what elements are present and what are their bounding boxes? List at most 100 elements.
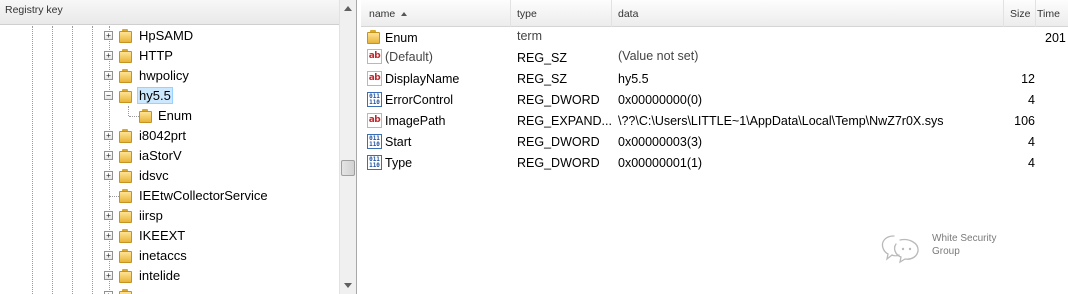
value-size: 4 bbox=[1028, 135, 1035, 149]
string-value-icon: ab bbox=[367, 49, 382, 64]
value-type: REG_SZ bbox=[517, 72, 568, 86]
tree-item-enum[interactable]: Enum bbox=[0, 106, 338, 126]
watermark-line1: White Security bbox=[932, 233, 997, 244]
expand-icon[interactable]: + bbox=[104, 131, 113, 140]
tree-item-label-selected: hy5.5 bbox=[137, 87, 173, 104]
scroll-up-icon[interactable] bbox=[344, 6, 352, 11]
value-name: ErrorControl bbox=[385, 93, 454, 107]
tree-item-ikeext[interactable]: + IKEEXT bbox=[0, 226, 338, 246]
column-header-name[interactable]: name bbox=[361, 0, 511, 27]
tree-item-iastorv[interactable]: + iaStorV bbox=[0, 146, 338, 166]
tree-item-partial[interactable]: + bbox=[0, 286, 338, 294]
column-header-time[interactable]: Time bbox=[1036, 0, 1068, 27]
value-type: REG_DWORD bbox=[517, 135, 600, 149]
tree-connector bbox=[109, 196, 119, 197]
tree-item-inetaccs[interactable]: + inetaccs bbox=[0, 246, 338, 266]
watermark-line2: Group bbox=[932, 246, 960, 257]
folder-icon bbox=[119, 289, 134, 294]
value-row-imagepath[interactable]: ab ImagePath REG_EXPAND... \??\C:\Users\… bbox=[361, 111, 1068, 132]
registry-tree[interactable]: + HpSAMD + HTTP + hwpolicy − hy5.5 Enum … bbox=[0, 26, 338, 294]
tree-item-label: Enum bbox=[158, 108, 192, 123]
tree-item-label: hwpolicy bbox=[139, 68, 189, 83]
tree-item-hy5-5[interactable]: − hy5.5 bbox=[0, 86, 338, 106]
value-data: 0x00000003(3) bbox=[618, 135, 703, 149]
expand-icon[interactable]: + bbox=[104, 31, 113, 40]
tree-item-label: iaStorV bbox=[139, 148, 182, 163]
tree-item-label: intelide bbox=[139, 268, 181, 283]
tree-column-header[interactable]: Registry key bbox=[0, 0, 340, 25]
expand-icon[interactable]: + bbox=[104, 251, 113, 260]
value-name: ImagePath bbox=[385, 114, 446, 128]
scroll-down-icon[interactable] bbox=[344, 283, 352, 288]
values-grid-header: name type data Size Time bbox=[361, 0, 1068, 27]
value-row-type[interactable]: 011 110 Type REG_DWORD 0x00000001(1) 4 bbox=[361, 153, 1068, 174]
tree-connector bbox=[129, 116, 139, 117]
folder-open-icon bbox=[119, 89, 134, 103]
tree-item-ieetwcollectorservice[interactable]: IEEtwCollectorService bbox=[0, 186, 338, 206]
folder-icon bbox=[119, 269, 134, 283]
string-value-icon: ab bbox=[367, 71, 382, 86]
folder-icon bbox=[119, 209, 134, 223]
tree-item-label: HTTP bbox=[139, 48, 173, 63]
expand-icon[interactable]: + bbox=[104, 211, 113, 220]
folder-icon bbox=[119, 229, 134, 243]
value-data: \??\C:\Users\LITTLE~1\AppData\Local\Temp… bbox=[618, 114, 944, 128]
tree-item-idsvc[interactable]: + idsvc bbox=[0, 166, 338, 186]
tree-item-intelide[interactable]: + intelide bbox=[0, 266, 338, 286]
tree-item-label: IEEtwCollectorService bbox=[139, 188, 268, 203]
value-name: Start bbox=[385, 135, 412, 149]
value-type: REG_EXPAND... bbox=[517, 114, 612, 128]
expand-icon[interactable]: + bbox=[104, 51, 113, 60]
tree-item-label: IKEEXT bbox=[139, 228, 186, 243]
tree-item-label: HpSAMD bbox=[139, 28, 194, 43]
tree-item-hpsamd[interactable]: + HpSAMD bbox=[0, 26, 338, 46]
registry-tree-pane: Registry key + HpSAMD + HTTP + hwpolicy … bbox=[0, 0, 357, 294]
folder-icon bbox=[119, 29, 134, 43]
tree-item-iirsp[interactable]: + iirsp bbox=[0, 206, 338, 226]
value-row-displayname[interactable]: ab DisplayName REG_SZ hy5.5 12 bbox=[361, 69, 1068, 90]
value-data: hy5.5 bbox=[618, 72, 649, 86]
watermark-text: White Security Group bbox=[932, 232, 996, 258]
tree-vertical-scrollbar[interactable] bbox=[339, 0, 356, 294]
expand-icon[interactable]: + bbox=[104, 171, 113, 180]
column-header-data[interactable]: data bbox=[612, 0, 1004, 27]
folder-icon bbox=[119, 49, 134, 63]
string-value-icon: ab bbox=[367, 113, 382, 128]
column-header-type[interactable]: type bbox=[511, 0, 612, 27]
folder-icon bbox=[119, 69, 134, 83]
collapse-icon[interactable]: − bbox=[104, 91, 113, 100]
value-row-start[interactable]: 011 110 Start REG_DWORD 0x00000003(3) 4 bbox=[361, 132, 1068, 153]
value-name: Enum bbox=[385, 31, 418, 45]
expand-icon[interactable]: + bbox=[104, 231, 113, 240]
tree-item-i8042prt[interactable]: + i8042prt bbox=[0, 126, 338, 146]
column-type-label: type bbox=[517, 8, 537, 20]
folder-icon bbox=[367, 30, 382, 44]
expand-icon[interactable]: + bbox=[104, 271, 113, 280]
folder-icon bbox=[119, 249, 134, 263]
value-type: REG_DWORD bbox=[517, 156, 600, 170]
value-row-default[interactable]: ab (Default) REG_SZ (Value not set) bbox=[361, 47, 1068, 68]
column-time-label: Time bbox=[1037, 8, 1060, 20]
folder-icon bbox=[139, 109, 154, 123]
value-data: (Value not set) bbox=[618, 49, 699, 63]
column-data-label: data bbox=[618, 8, 639, 20]
value-row-errorcontrol[interactable]: 011 110 ErrorControl REG_DWORD 0x00000000… bbox=[361, 90, 1068, 111]
value-size: 4 bbox=[1028, 93, 1035, 107]
value-size: 12 bbox=[1021, 72, 1035, 86]
value-row-enum[interactable]: Enum term 201 bbox=[361, 28, 1068, 49]
scrollbar-thumb[interactable] bbox=[341, 160, 355, 176]
binary-value-icon: 011 110 bbox=[367, 134, 382, 149]
watermark-logo: White Security Group bbox=[880, 232, 1020, 264]
tree-item-hwpolicy[interactable]: + hwpolicy bbox=[0, 66, 338, 86]
expand-icon[interactable]: + bbox=[104, 71, 113, 80]
binary-value-icon: 011 110 bbox=[367, 155, 382, 170]
tree-item-http[interactable]: + HTTP bbox=[0, 46, 338, 66]
folder-icon bbox=[119, 189, 134, 203]
value-name: Type bbox=[385, 156, 413, 170]
expand-icon[interactable]: + bbox=[104, 151, 113, 160]
folder-icon bbox=[119, 129, 134, 143]
column-size-label: Size bbox=[1010, 8, 1031, 20]
sort-ascending-icon bbox=[401, 12, 408, 16]
value-type: term bbox=[517, 29, 542, 43]
column-header-size[interactable]: Size bbox=[1004, 0, 1036, 27]
